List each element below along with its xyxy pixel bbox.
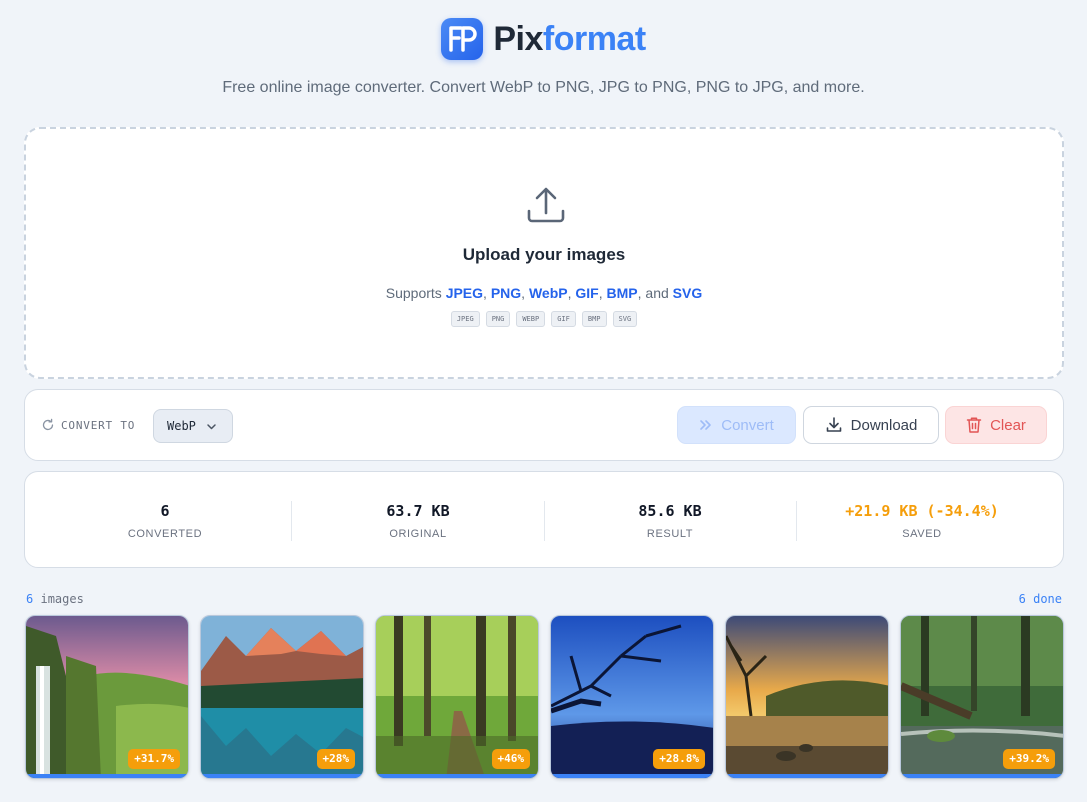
convert-to-label: CONVERT TO — [61, 418, 136, 432]
image-count: 6 images — [26, 592, 84, 606]
format-separator: , — [521, 285, 526, 301]
image-thumbnail[interactable]: +28.8% — [550, 615, 714, 779]
sunset-lake-image — [726, 616, 888, 778]
conversion-stats: 6 CONVERTED 63.7 KB ORIGINAL 85.6 KB RES… — [24, 471, 1064, 568]
stat-result: 85.6 KB RESULT — [544, 502, 796, 540]
format-jpeg: JPEG — [445, 285, 484, 301]
format-badge: JPEG — [450, 311, 480, 327]
image-count-word: images — [40, 592, 84, 606]
convert-to: CONVERT TO — [41, 418, 135, 432]
trash-icon — [966, 417, 982, 433]
progress-bar — [26, 774, 188, 778]
size-change-badge: +46% — [491, 749, 530, 769]
format-webp: WebP — [528, 285, 568, 301]
format-separator: , — [483, 285, 487, 301]
size-change-badge: +31.7% — [128, 749, 180, 769]
size-change-badge: +28% — [316, 749, 355, 769]
format-badges: JPEG PNG WEBP GIF BMP SVG — [26, 311, 1062, 327]
brand-logo[interactable]: Pixformat — [441, 14, 646, 64]
stat-label: ORIGINAL — [389, 528, 447, 540]
chevron-down-icon — [207, 423, 216, 429]
format-png: PNG — [490, 285, 522, 301]
double-chevron-right-icon — [700, 420, 712, 430]
size-change-badge: +28.8% — [653, 749, 705, 769]
image-thumbnail[interactable]: +46% — [375, 615, 539, 779]
format-badge: GIF — [551, 311, 576, 327]
pixformat-logo-icon — [441, 18, 484, 60]
done-count: 6 done — [1018, 592, 1062, 606]
format-select[interactable]: WebP — [153, 409, 233, 443]
format-bmp: BMP — [606, 285, 638, 301]
stat-converted: 6 CONVERTED — [39, 502, 291, 540]
progress-bar — [551, 774, 713, 778]
brand-name-part1: Pix — [493, 20, 543, 58]
stat-value: 6 — [160, 502, 170, 520]
clear-button[interactable]: Clear — [945, 406, 1047, 444]
size-change-badge: +39.2% — [1003, 749, 1055, 769]
conversion-toolbar: CONVERT TO WebP Convert Download Clear — [24, 389, 1064, 461]
image-thumbnail[interactable]: +31.7% — [25, 615, 189, 779]
tagline: Free online image converter. Convert Web… — [222, 79, 865, 96]
format-gif: GIF — [575, 285, 599, 301]
download-button-label: Download — [850, 416, 918, 434]
format-badge: PNG — [485, 311, 511, 327]
format-select-value: WebP — [167, 419, 196, 433]
upload-icon — [527, 187, 565, 223]
stat-saved: +21.9 KB (-34.4%) SAVED — [796, 502, 1048, 540]
format-badge: SVG — [612, 311, 638, 327]
progress-bar — [201, 774, 363, 778]
upload-dropzone[interactable]: Upload your images Supports JPEG, PNG, W… — [24, 127, 1064, 379]
brand-name-part2: format — [542, 20, 646, 58]
format-separator: , — [567, 285, 572, 301]
progress-bar — [376, 774, 538, 778]
convert-button[interactable]: Convert — [677, 406, 796, 444]
stat-value: +21.9 KB (-34.4%) — [845, 502, 999, 520]
format-svg: SVG — [672, 285, 703, 301]
image-thumbnail[interactable]: +28% — [200, 615, 364, 779]
stat-label: RESULT — [646, 528, 694, 540]
stat-label: SAVED — [902, 528, 942, 540]
refresh-icon — [42, 418, 54, 431]
upload-title: Upload your images — [462, 245, 626, 264]
download-icon — [826, 417, 841, 432]
download-button[interactable]: Download — [803, 406, 939, 444]
brand-name: Pixformat — [493, 14, 646, 64]
progress-bar — [901, 774, 1063, 778]
stat-value: 85.6 KB — [638, 502, 702, 520]
supports-prefix: Supports — [385, 285, 442, 301]
convert-button-label: Convert — [721, 416, 774, 434]
image-count-number: 6 — [26, 592, 34, 606]
format-badge: WEBP — [516, 311, 546, 327]
image-thumbnail[interactable] — [725, 615, 889, 779]
header: Pixformat Free online image converter. C… — [0, 14, 1087, 97]
format-separator: , — [598, 285, 603, 301]
format-and: , and — [637, 285, 669, 301]
stat-label: CONVERTED — [127, 528, 203, 540]
format-badge: BMP — [581, 311, 607, 327]
clear-button-label: Clear — [990, 416, 1026, 434]
stat-original: 63.7 KB ORIGINAL — [292, 502, 544, 540]
progress-bar — [726, 774, 888, 778]
image-thumbnail[interactable]: +39.2% — [900, 615, 1064, 779]
stat-value: 63.7 KB — [386, 502, 450, 520]
supported-formats-text: Supports JPEG, PNG, WebP, GIF, BMP, and … — [26, 285, 1062, 301]
